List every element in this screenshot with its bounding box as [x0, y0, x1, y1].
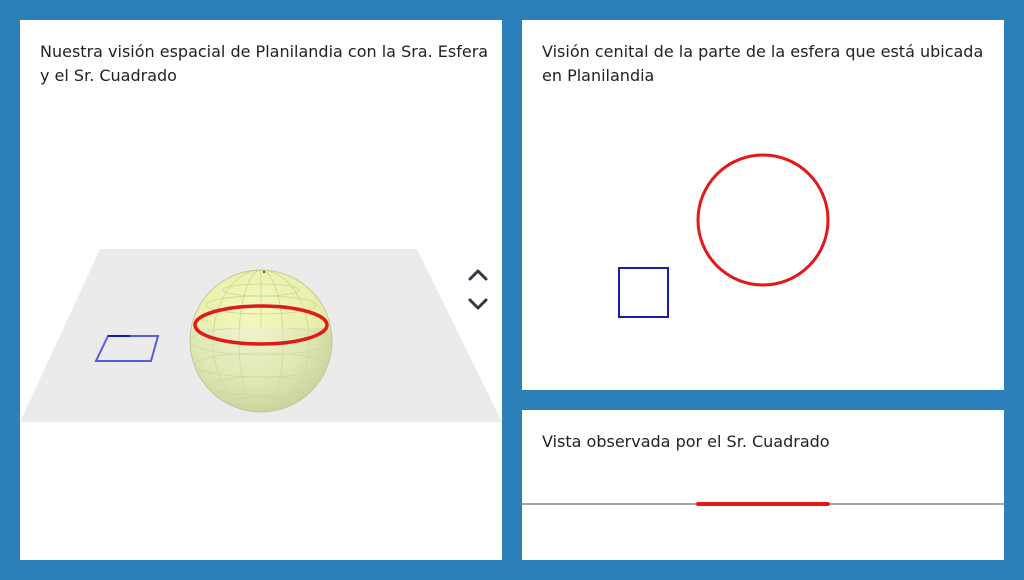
- space-view-panel: Nuestra visión espacial de Planilandia c…: [20, 20, 502, 560]
- chevron-up-icon-glyph: [468, 269, 488, 281]
- chevron-down-icon-glyph: [468, 298, 488, 310]
- observed-view-canvas: [522, 502, 1004, 506]
- chevron-down-icon[interactable]: [466, 296, 490, 312]
- top-view-canvas: [618, 153, 830, 318]
- top-view-panel: Visión cenital de la parte de la esfera …: [522, 20, 1004, 390]
- observed-view-panel: Vista observada por el Sr. Cuadrado: [522, 410, 1004, 560]
- sphere: [189, 269, 333, 413]
- sphere-section-top-view: [696, 153, 830, 287]
- square-top-view: [618, 267, 669, 318]
- space-view-canvas[interactable]: [20, 20, 502, 560]
- chevron-up-icon[interactable]: [466, 267, 490, 283]
